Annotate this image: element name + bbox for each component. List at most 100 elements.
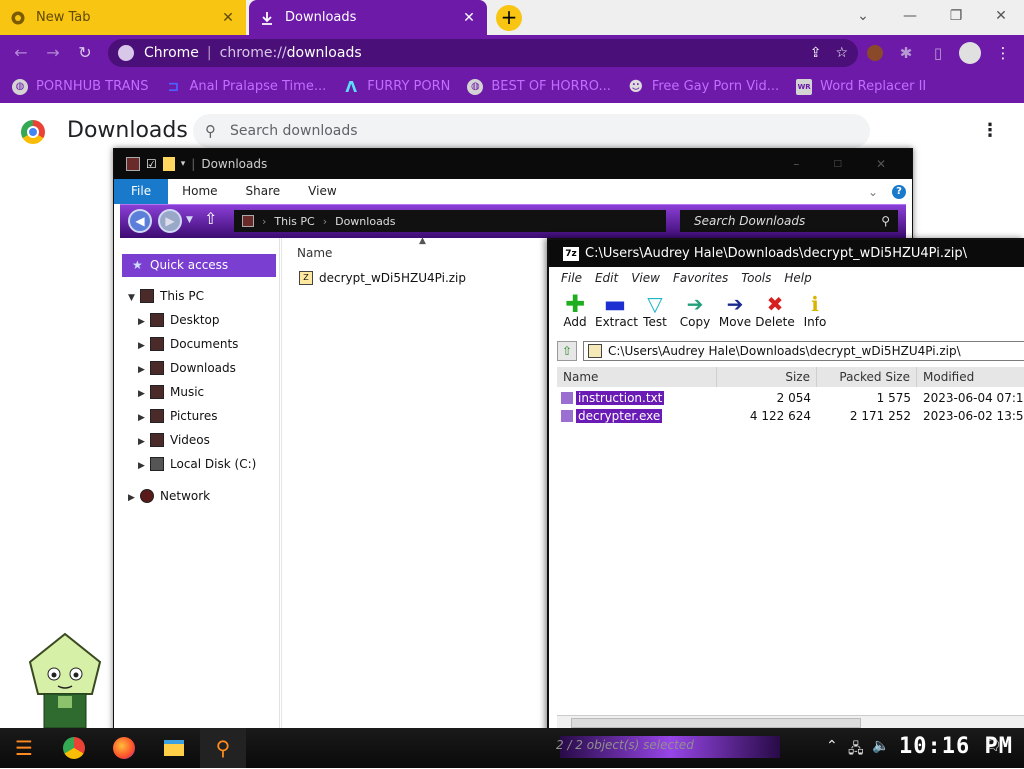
table-row[interactable]: decrypter.exe 4 122 624 2 171 252 2023-0… [557, 407, 1024, 425]
properties-icon[interactable]: ☑ [146, 157, 157, 171]
extension-avatar-icon[interactable] [862, 40, 888, 66]
chevron-down-icon[interactable]: ⌄ [868, 185, 878, 199]
delete-button[interactable]: ✖ Delete [755, 293, 795, 329]
bookmark-item[interactable]: ◍ PORNHUB TRANS [12, 78, 149, 95]
chevron-right-icon[interactable]: ▶ [128, 488, 140, 508]
chevron-down-icon[interactable]: ▼ [128, 288, 140, 308]
close-icon[interactable]: ✕ [461, 10, 477, 26]
info-button[interactable]: ℹ Info [795, 293, 835, 329]
path-input[interactable]: C:\Users\Audrey Hale\Downloads\decrypt_w… [583, 341, 1024, 361]
menu-edit[interactable]: Edit [595, 271, 618, 285]
add-button[interactable]: ✚ Add [555, 292, 595, 329]
new-folder-icon[interactable] [162, 157, 175, 171]
restore-button[interactable]: ❐ [933, 0, 979, 35]
up-icon[interactable]: ⇧ [204, 209, 217, 228]
breadcrumb-downloads[interactable]: Downloads [335, 215, 395, 228]
menu-favorites[interactable]: Favorites [673, 271, 728, 285]
close-window-button[interactable]: ✕ [876, 157, 886, 171]
back-icon[interactable]: ← [8, 40, 34, 66]
file-explorer-icon[interactable] [156, 733, 192, 763]
star-icon[interactable]: ☆ [835, 45, 848, 61]
chevron-down-icon[interactable]: ▾ [181, 159, 186, 169]
forward-icon[interactable]: ▶ [158, 209, 182, 233]
tree-item-music[interactable]: ▶ Music [138, 382, 204, 402]
test-button[interactable]: ▽ Test [635, 293, 675, 329]
quick-access-item[interactable]: ★ Quick access [122, 254, 276, 277]
maximize-button[interactable]: □ [833, 159, 842, 169]
bookmark-item[interactable]: ☻ Free Gay Porn Vid... [628, 79, 780, 95]
ribbon-tab-share[interactable]: Share [232, 179, 295, 204]
menu-icon[interactable]: ⋮ [990, 40, 1016, 66]
start-icon[interactable]: ☰ [6, 733, 42, 763]
volume-icon[interactable]: 🔈 [872, 738, 889, 754]
menu-view[interactable]: View [631, 271, 660, 285]
tree-item-downloads[interactable]: ▶ Downloads [138, 358, 236, 378]
new-tab-button[interactable]: + [496, 5, 522, 31]
forward-icon[interactable]: → [40, 40, 66, 66]
breadcrumb-this-pc[interactable]: This PC [274, 215, 314, 228]
recent-locations-icon[interactable]: ▼ [186, 215, 193, 225]
chevron-right-icon[interactable]: ▶ [138, 312, 150, 332]
tab-downloads[interactable]: Downloads ✕ [249, 0, 487, 35]
horizontal-scrollbar[interactable] [557, 715, 1024, 729]
explorer-address-bar[interactable]: › This PC › Downloads [234, 210, 666, 232]
reload-icon[interactable]: ↻ [72, 40, 98, 66]
explorer-search-input[interactable]: Search Downloads ⚲ [680, 210, 898, 232]
bookmark-item[interactable]: WR Word Replacer II [796, 78, 926, 95]
tree-item-documents[interactable]: ▶ Documents [138, 334, 238, 354]
bookmark-item[interactable]: ⊐ Anal Pralapse Time... [166, 79, 327, 95]
network-icon[interactable]: 🖧 [848, 738, 864, 762]
menu-tools[interactable]: Tools [741, 271, 771, 285]
folder-up-icon[interactable]: ⇧ [557, 341, 577, 361]
chevron-right-icon[interactable]: ▶ [138, 384, 150, 404]
scrollbar-thumb[interactable] [571, 718, 861, 728]
tree-item-desktop[interactable]: ▶ Desktop [138, 310, 220, 330]
column-header-name[interactable]: Name [297, 246, 332, 260]
column-header-size[interactable]: Size [717, 367, 817, 387]
back-icon[interactable]: ◀ [128, 209, 152, 233]
table-row[interactable]: instruction.txt 2 054 1 575 2023-06-04 0… [557, 389, 1024, 407]
notifications-icon[interactable]: 🗨 [984, 738, 1002, 754]
close-window-button[interactable]: ✕ [978, 0, 1024, 35]
ribbon-tab-view[interactable]: View [294, 179, 350, 204]
puzzle-icon[interactable]: ✱ [893, 40, 919, 66]
column-header-name[interactable]: Name [557, 367, 717, 387]
column-header-modified[interactable]: Modified [917, 367, 1024, 387]
bookmark-item[interactable]: Λ FURRY PORN [343, 79, 450, 95]
column-header-packed-size[interactable]: Packed Size [817, 367, 917, 387]
tree-item-this-pc[interactable]: ▼ This PC [128, 286, 204, 306]
profile-icon[interactable] [957, 40, 983, 66]
ribbon-tab-home[interactable]: Home [168, 179, 231, 204]
address-bar[interactable]: Chrome | chrome://downloads ⇪ ☆ [108, 39, 858, 67]
chevron-right-icon[interactable]: ▶ [138, 336, 150, 356]
chevron-right-icon[interactable]: ▶ [138, 456, 150, 476]
minimize-button[interactable]: — [887, 0, 933, 35]
chevron-right-icon[interactable]: ▶ [138, 408, 150, 428]
tab-search-icon[interactable]: ⌄ [840, 0, 886, 35]
search-downloads-input[interactable]: ⚲ Search downloads [193, 114, 870, 148]
search-icon[interactable]: ⚲ [200, 728, 246, 768]
close-icon[interactable]: ✕ [220, 10, 236, 26]
chrome-icon[interactable] [56, 733, 92, 763]
copy-button[interactable]: ➔ Copy [675, 293, 715, 329]
share-icon[interactable]: ⇪ [810, 45, 822, 61]
chevron-right-icon[interactable]: ▶ [138, 360, 150, 380]
chevron-up-icon[interactable]: ⌃ [826, 738, 838, 754]
help-icon[interactable]: ? [892, 184, 906, 199]
move-button[interactable]: ➔ Move [715, 293, 755, 329]
tree-item-network[interactable]: ▶ Network [128, 486, 210, 506]
more-menu-icon[interactable]: ⋮ [978, 120, 1002, 144]
bookmark-item[interactable]: ◍ BEST OF HORRO... [467, 78, 611, 95]
side-panel-icon[interactable]: ▯ [925, 40, 951, 66]
chevron-right-icon[interactable]: ▶ [138, 432, 150, 452]
menu-file[interactable]: File [561, 271, 582, 285]
file-item[interactable]: Z decrypt_wDi5HZU4Pi.zip [299, 271, 466, 285]
tree-item-pictures[interactable]: ▶ Pictures [138, 406, 218, 426]
tab-new-tab[interactable]: New Tab ✕ [0, 0, 246, 35]
tree-item-local-disk[interactable]: ▶ Local Disk (C:) [138, 454, 256, 474]
minimize-button[interactable]: – [793, 157, 799, 171]
firefox-icon[interactable] [106, 733, 142, 763]
menu-help[interactable]: Help [784, 271, 811, 285]
extract-button[interactable]: ▬ Extract [595, 292, 638, 329]
ribbon-tab-file[interactable]: File [114, 179, 169, 204]
